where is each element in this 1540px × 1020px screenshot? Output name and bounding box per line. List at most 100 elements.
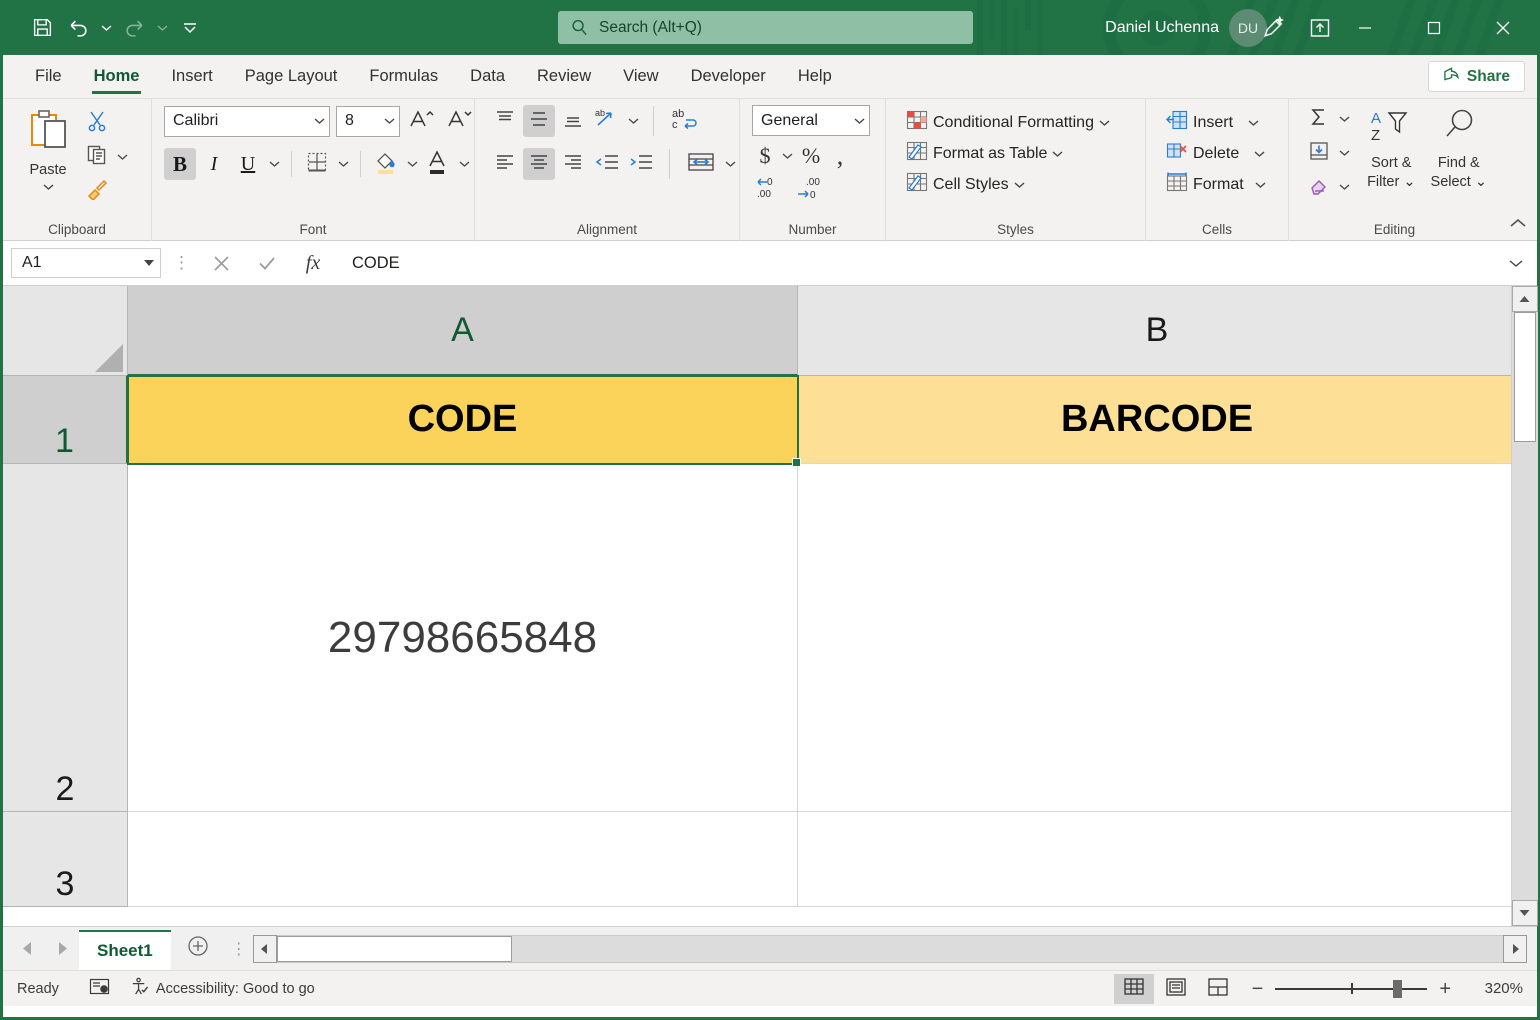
cell-b3[interactable]: [798, 812, 1517, 907]
sheet-tab-sheet1[interactable]: Sheet1: [79, 930, 171, 970]
accounting-chevron-down-icon[interactable]: [779, 152, 795, 160]
copy-chevron-down-icon[interactable]: [114, 153, 130, 161]
underline-chevron-down-icon[interactable]: [266, 160, 282, 168]
borders-button[interactable]: [301, 148, 333, 180]
decrease-decimal-button[interactable]: .00 0: [793, 174, 833, 206]
save-icon[interactable]: [25, 11, 59, 45]
ribbon-display-options-icon[interactable]: [1308, 16, 1332, 40]
formula-bar-grip[interactable]: ⋮: [169, 253, 194, 273]
orientation-button[interactable]: ab: [591, 105, 623, 137]
sort-filter-chevron-down-icon[interactable]: ⌄: [1403, 174, 1415, 190]
zoom-level[interactable]: 320%: [1463, 980, 1523, 997]
autosum-button[interactable]: [1303, 103, 1335, 135]
scroll-down-button[interactable]: [1512, 900, 1538, 926]
expand-formula-bar-chevron-down-icon[interactable]: [1503, 248, 1529, 278]
collapse-ribbon-chevron-up-icon[interactable]: [1509, 216, 1527, 234]
close-button[interactable]: [1468, 0, 1537, 55]
conditional-formatting-button[interactable]: Conditional Formatting: [900, 107, 1116, 138]
font-name-combo[interactable]: Calibri: [164, 106, 330, 137]
bold-button[interactable]: B: [164, 148, 196, 180]
fill-chevron-down-icon[interactable]: [1336, 149, 1352, 157]
increase-indent-button[interactable]: [625, 148, 657, 180]
redo-dropdown-chevron-down-icon[interactable]: [153, 11, 171, 45]
align-left-button[interactable]: [489, 148, 521, 180]
minimize-button[interactable]: [1330, 0, 1399, 55]
cell-styles-button[interactable]: Cell Styles: [900, 169, 1031, 200]
clear-button[interactable]: [1303, 171, 1335, 203]
delete-cells-button[interactable]: Delete: [1160, 138, 1271, 169]
paste-button[interactable]: Paste: [17, 105, 79, 196]
vertical-scrollbar[interactable]: [1511, 286, 1537, 926]
horizontal-scroll-track[interactable]: [277, 935, 1503, 963]
scroll-up-button[interactable]: [1512, 286, 1538, 312]
fill-color-chevron-down-icon[interactable]: [404, 160, 420, 168]
sort-filter-button[interactable]: A Z Sort & Filter ⌄: [1358, 103, 1425, 192]
align-center-button[interactable]: [523, 148, 555, 180]
insert-cells-button[interactable]: Insert: [1160, 107, 1265, 138]
cell-a1[interactable]: CODE: [128, 376, 798, 464]
scroll-left-button[interactable]: [253, 935, 277, 963]
merge-center-chevron-down-icon[interactable]: [722, 160, 738, 168]
align-bottom-button[interactable]: [557, 105, 589, 137]
search-box[interactable]: [558, 11, 973, 44]
formula-input[interactable]: [340, 248, 1495, 278]
paste-chevron-down-icon[interactable]: [43, 178, 54, 196]
share-button[interactable]: Share: [1428, 61, 1525, 92]
cell-b2[interactable]: [798, 464, 1517, 812]
comma-style-button[interactable]: ,: [827, 140, 853, 172]
tab-formulas[interactable]: Formulas: [353, 55, 454, 98]
borders-chevron-down-icon[interactable]: [335, 160, 351, 168]
tab-page-layout[interactable]: Page Layout: [229, 55, 354, 98]
autosum-chevron-down-icon[interactable]: [1336, 115, 1352, 123]
vertical-scroll-track[interactable]: [1512, 312, 1538, 900]
maximize-button[interactable]: [1399, 0, 1468, 55]
redo-icon[interactable]: [117, 11, 151, 45]
tab-home[interactable]: Home: [78, 55, 156, 98]
italic-button[interactable]: I: [198, 148, 230, 180]
page-break-view-button[interactable]: [1198, 974, 1238, 1004]
row-header-3[interactable]: 3: [3, 812, 128, 907]
cut-button[interactable]: [81, 107, 113, 139]
orientation-chevron-down-icon[interactable]: [625, 117, 641, 125]
font-size-combo[interactable]: 8: [336, 106, 400, 137]
accounting-format-button[interactable]: $: [752, 140, 778, 172]
cell-a2[interactable]: 29798665848: [128, 464, 798, 812]
tab-view[interactable]: View: [607, 55, 674, 98]
row-header-2[interactable]: 2: [3, 464, 128, 812]
tab-file[interactable]: File: [19, 55, 78, 98]
zoom-slider-thumb[interactable]: [1393, 980, 1402, 998]
align-right-button[interactable]: [557, 148, 589, 180]
tab-data[interactable]: Data: [454, 55, 521, 98]
find-select-button[interactable]: Find & Select ⌄: [1425, 103, 1493, 192]
underline-button[interactable]: U: [232, 148, 264, 180]
column-header-b[interactable]: B: [798, 286, 1517, 376]
number-format-combo[interactable]: General: [752, 105, 870, 136]
row-header-1[interactable]: 1: [3, 376, 128, 464]
increase-decimal-button[interactable]: 0 .00: [752, 174, 792, 206]
percent-style-button[interactable]: %: [796, 140, 826, 172]
normal-view-button[interactable]: [1114, 974, 1154, 1004]
vertical-scroll-thumb[interactable]: [1514, 312, 1536, 442]
record-macro-button[interactable]: [79, 977, 120, 1000]
format-as-table-button[interactable]: Format as Table: [900, 138, 1069, 169]
horizontal-split-handle[interactable]: ⋮: [225, 927, 253, 970]
tab-insert[interactable]: Insert: [155, 55, 228, 98]
column-header-a[interactable]: A: [128, 286, 798, 376]
scroll-right-button[interactable]: [1503, 935, 1527, 963]
shrink-font-button[interactable]: [444, 105, 476, 137]
select-all-corner[interactable]: [3, 286, 128, 376]
undo-dropdown-chevron-down-icon[interactable]: [97, 11, 115, 45]
format-painter-button[interactable]: [81, 175, 113, 207]
tab-developer[interactable]: Developer: [675, 55, 782, 98]
font-color-button[interactable]: [422, 148, 454, 180]
fill-color-button[interactable]: [370, 148, 402, 180]
format-cells-button[interactable]: Format: [1160, 169, 1272, 200]
font-color-chevron-down-icon[interactable]: [456, 160, 472, 168]
zoom-out-button[interactable]: −: [1252, 979, 1264, 999]
triangle-left-icon[interactable]: [21, 941, 34, 956]
zoom-slider[interactable]: [1275, 979, 1427, 999]
merge-center-button[interactable]: [682, 148, 720, 180]
customize-quick-access-toolbar-icon[interactable]: [173, 11, 207, 45]
insert-function-icon[interactable]: fx: [294, 248, 332, 278]
find-select-chevron-down-icon[interactable]: ⌄: [1475, 174, 1487, 190]
